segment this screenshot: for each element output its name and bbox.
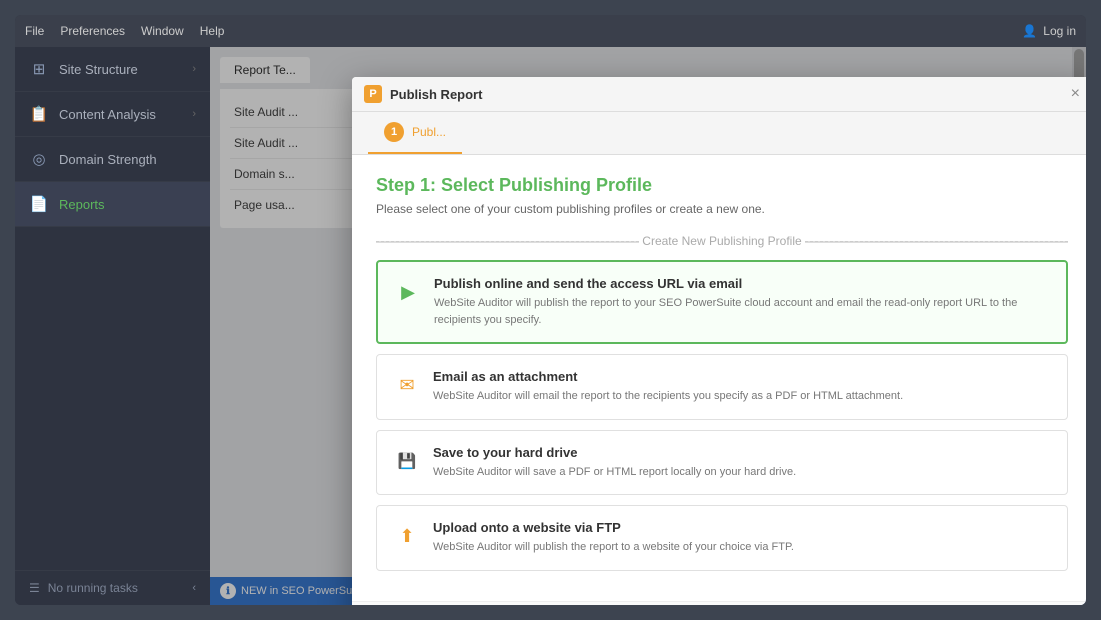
menu-preferences[interactable]: Preferences bbox=[60, 24, 125, 38]
option-save-hard-drive-content: Save to your hard drive WebSite Auditor … bbox=[433, 445, 1051, 481]
dialog-close-button[interactable]: × bbox=[1071, 86, 1080, 102]
step-title: Step 1: Select Publishing Profile bbox=[376, 175, 1068, 196]
wizard-step-1-label: Publ... bbox=[412, 125, 446, 139]
sidebar-arrow-site-structure: › bbox=[192, 63, 196, 75]
option-publish-online[interactable]: ▶ Publish online and send the access URL… bbox=[376, 260, 1068, 344]
section-divider: Create New Publishing Profile bbox=[376, 234, 1068, 248]
sidebar-expand-icon[interactable]: ‹ bbox=[192, 582, 196, 594]
upload-ftp-icon: ⬆ bbox=[393, 522, 421, 550]
option-upload-ftp-title: Upload onto a website via FTP bbox=[433, 520, 1051, 535]
menu-help[interactable]: Help bbox=[200, 24, 225, 38]
login-button[interactable]: 👤 Log in bbox=[1022, 24, 1076, 38]
wizard-step-1-num: 1 bbox=[384, 122, 404, 142]
content-analysis-icon: 📋 bbox=[29, 104, 49, 124]
dialog-title-icon: P bbox=[364, 85, 382, 103]
dialog-body: Step 1: Select Publishing Profile Please… bbox=[352, 155, 1086, 601]
option-publish-online-content: Publish online and send the access URL v… bbox=[434, 276, 1050, 328]
option-publish-online-title: Publish online and send the access URL v… bbox=[434, 276, 1050, 291]
option-save-hard-drive-title: Save to your hard drive bbox=[433, 445, 1051, 460]
user-icon: 👤 bbox=[1022, 24, 1037, 38]
sidebar-item-content-analysis[interactable]: 📋 Content Analysis › bbox=[15, 92, 210, 137]
content-area: Report Te... Site Audit ... Site Audit .… bbox=[210, 47, 1086, 605]
sidebar-item-reports[interactable]: 📄 Reports bbox=[15, 182, 210, 227]
menu-bar: File Preferences Window Help 👤 Log in bbox=[15, 15, 1086, 47]
main-layout: ⊞ Site Structure › 📋 Content Analysis › … bbox=[15, 47, 1086, 605]
option-upload-ftp-content: Upload onto a website via FTP WebSite Au… bbox=[433, 520, 1051, 556]
sidebar: ⊞ Site Structure › 📋 Content Analysis › … bbox=[15, 47, 210, 605]
sidebar-label-reports: Reports bbox=[59, 197, 196, 212]
option-email-attachment-content: Email as an attachment WebSite Auditor w… bbox=[433, 369, 1051, 405]
tasks-icon: ☰ bbox=[29, 581, 40, 595]
domain-strength-icon: ◎ bbox=[29, 149, 49, 169]
wizard-step-1[interactable]: 1 Publ... bbox=[368, 112, 462, 154]
publish-online-icon: ▶ bbox=[394, 278, 422, 306]
sidebar-label-site-structure: Site Structure bbox=[59, 62, 182, 77]
option-upload-ftp[interactable]: ⬆ Upload onto a website via FTP WebSite … bbox=[376, 505, 1068, 571]
site-structure-icon: ⊞ bbox=[29, 59, 49, 79]
app-window: File Preferences Window Help 👤 Log in ⊞ … bbox=[15, 15, 1086, 605]
dialog-titlebar: P Publish Report × bbox=[352, 77, 1086, 112]
sidebar-label-content-analysis: Content Analysis bbox=[59, 107, 182, 122]
step-subtitle: Please select one of your custom publish… bbox=[376, 202, 1068, 216]
sidebar-bottom: ☰ No running tasks ‹ bbox=[15, 570, 210, 605]
sidebar-item-domain-strength[interactable]: ◎ Domain Strength bbox=[15, 137, 210, 182]
no-running-tasks-label: No running tasks bbox=[48, 581, 138, 595]
sidebar-label-domain-strength: Domain Strength bbox=[59, 152, 196, 167]
option-upload-ftp-desc: WebSite Auditor will publish the report … bbox=[433, 539, 1051, 556]
option-email-attachment-title: Email as an attachment bbox=[433, 369, 1051, 384]
email-attachment-icon: ✉ bbox=[393, 371, 421, 399]
option-save-hard-drive-desc: WebSite Auditor will save a PDF or HTML … bbox=[433, 464, 1051, 481]
menu-window[interactable]: Window bbox=[141, 24, 184, 38]
save-hard-drive-icon: 💾 bbox=[393, 447, 421, 475]
option-email-attachment-desc: WebSite Auditor will email the report to… bbox=[433, 388, 1051, 405]
option-save-hard-drive[interactable]: 💾 Save to your hard drive WebSite Audito… bbox=[376, 430, 1068, 496]
dialog-footer: Online Help < Back Next > Finish Cancel bbox=[352, 601, 1086, 606]
reports-icon: 📄 bbox=[29, 194, 49, 214]
wizard-steps: 1 Publ... bbox=[352, 112, 1086, 155]
sidebar-item-site-structure[interactable]: ⊞ Site Structure › bbox=[15, 47, 210, 92]
menu-file[interactable]: File bbox=[25, 24, 44, 38]
option-publish-online-desc: WebSite Auditor will publish the report … bbox=[434, 295, 1050, 328]
publish-report-dialog: P Publish Report × 1 Publ... Step 1: Sel… bbox=[352, 77, 1086, 605]
sidebar-arrow-content-analysis: › bbox=[192, 108, 196, 120]
option-email-attachment[interactable]: ✉ Email as an attachment WebSite Auditor… bbox=[376, 354, 1068, 420]
dialog-title: Publish Report bbox=[390, 87, 482, 102]
